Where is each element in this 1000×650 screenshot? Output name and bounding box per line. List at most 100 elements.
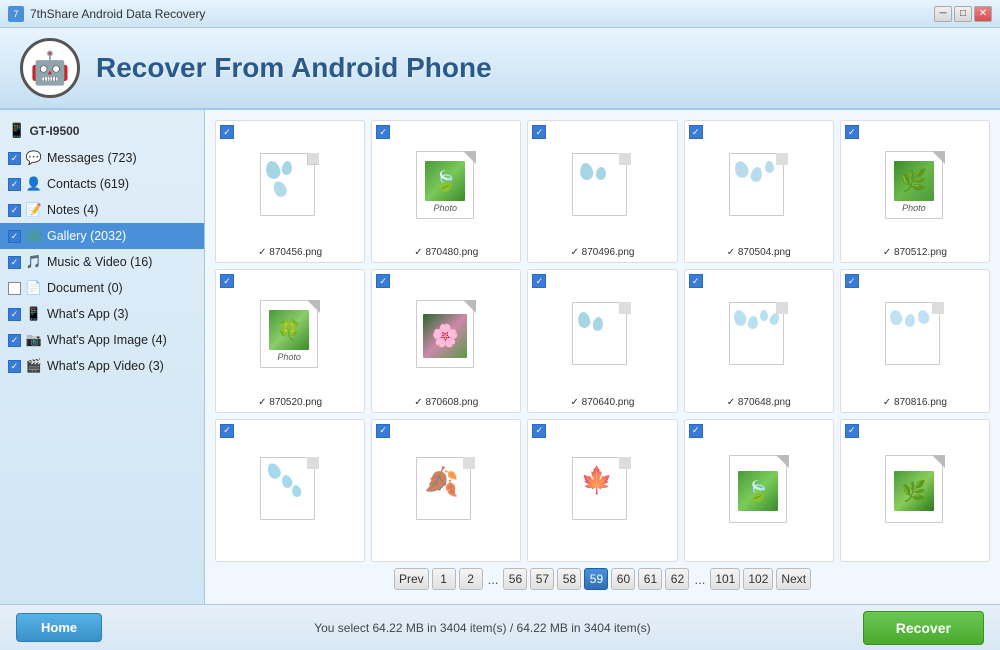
sidebar-item-whatsapp-video[interactable]: ✓ 🎬 What's App Video (3) (0, 353, 204, 379)
device-name: GT-I9500 (29, 124, 79, 138)
messages-checkbox[interactable]: ✓ (8, 152, 21, 165)
whatsapp-video-label: What's App Video (3) (47, 359, 164, 373)
contacts-checkbox[interactable]: ✓ (8, 178, 21, 191)
whatsapp-checkbox[interactable]: ✓ (8, 308, 21, 321)
page-button-1[interactable]: 1 (432, 568, 456, 590)
grid-item[interactable]: ✓ ✓ 870456.png (215, 120, 365, 263)
sidebar-item-notes[interactable]: ✓ 📝 Notes (4) (0, 197, 204, 223)
app-logo: 🤖 (20, 38, 80, 98)
grid-item[interactable]: ✓ 🍃 Photo ✓ 870480.png (371, 120, 521, 263)
titlebar: 7 7thShare Android Data Recovery ─ □ ✕ (0, 0, 1000, 28)
filename: ✓ 870512.png (845, 247, 985, 258)
grid-item[interactable]: ✓ 🌿 (840, 419, 990, 562)
whatsapp-image-label: What's App Image (4) (47, 333, 167, 347)
filename: ✓ 870520.png (220, 397, 360, 408)
whatsapp-image-checkbox[interactable]: ✓ (8, 334, 21, 347)
minimize-button[interactable]: ─ (934, 6, 952, 22)
grid-item[interactable]: ✓ 🍁 (527, 419, 677, 562)
device-icon: 📱 (8, 122, 25, 139)
sidebar-item-gallery[interactable]: ✓ 🖼 Gallery (2032) (0, 223, 204, 249)
grid-item[interactable]: ✓ ✓ 870816.png (840, 269, 990, 412)
whatsapp-label: What's App (3) (47, 307, 129, 321)
sidebar-item-music-video[interactable]: ✓ 🎵 Music & Video (16) (0, 249, 204, 275)
footer: Home You select 64.22 MB in 3404 item(s)… (0, 604, 1000, 650)
sidebar-item-contacts[interactable]: ✓ 👤 Contacts (619) (0, 171, 204, 197)
content-area: ✓ ✓ 870456.png ✓ (205, 110, 1000, 604)
header-title: Recover From Android Phone (96, 52, 492, 84)
page-button-62[interactable]: 62 (665, 568, 689, 590)
page-button-101[interactable]: 101 (710, 568, 740, 590)
filename: ✓ 870496.png (532, 247, 672, 258)
sidebar-item-whatsapp[interactable]: ✓ 📱 What's App (3) (0, 301, 204, 327)
grid-item[interactable]: ✓ 🍂 (371, 419, 521, 562)
document-checkbox[interactable] (8, 282, 21, 295)
document-label: Document (0) (47, 281, 123, 295)
contacts-icon: 👤 (25, 175, 43, 193)
grid-item[interactable]: ✓ 🌿 Photo ✓ 870512.png (840, 120, 990, 263)
music-icon: 🎵 (25, 253, 43, 271)
file-thumbnail (220, 424, 360, 555)
gallery-label: Gallery (2032) (47, 229, 126, 243)
filename: ✓ 870480.png (376, 247, 516, 258)
next-page-button[interactable]: Next (776, 568, 811, 590)
file-thumbnail: 🌿 (845, 424, 985, 555)
grid-item[interactable]: ✓ ✓ 870496.png (527, 120, 677, 263)
titlebar-left: 7 7thShare Android Data Recovery (8, 6, 205, 22)
file-thumbnail (689, 125, 829, 245)
filename: ✓ 870640.png (532, 397, 672, 408)
grid-item[interactable]: ✓ 🍀 Photo ✓ 870520.png (215, 269, 365, 412)
image-grid: ✓ ✓ 870456.png ✓ (215, 120, 990, 562)
whatsapp-video-icon: 🎬 (25, 357, 43, 375)
pagination: Prev 1 2 ... 56 57 58 59 60 61 62 ... 10… (215, 562, 990, 594)
messages-label: Messages (723) (47, 151, 137, 165)
maximize-button[interactable]: □ (954, 6, 972, 22)
app-icon: 7 (8, 6, 24, 22)
recover-button[interactable]: Recover (863, 611, 984, 645)
status-text: You select 64.22 MB in 3404 item(s) / 64… (314, 621, 650, 635)
app-title: 7thShare Android Data Recovery (30, 7, 205, 21)
page-button-61[interactable]: 61 (638, 568, 662, 590)
grid-item[interactable]: ✓ ✓ 870640.png (527, 269, 677, 412)
grid-item[interactable]: ✓ 🌸 ✓ 870608.png (371, 269, 521, 412)
page-dots: ... (486, 572, 501, 587)
filename: ✓ 870648.png (689, 397, 829, 408)
file-thumbnail: 🍀 Photo (220, 274, 360, 394)
page-button-102[interactable]: 102 (743, 568, 773, 590)
grid-item[interactable]: ✓ ✓ 870504.png (684, 120, 834, 263)
notes-icon: 📝 (25, 201, 43, 219)
grid-item[interactable]: ✓ 🍃 (684, 419, 834, 562)
grid-item[interactable]: ✓ ✓ 870648.png (684, 269, 834, 412)
file-thumbnail (689, 274, 829, 394)
whatsapp-image-icon: 📷 (25, 331, 43, 349)
grid-item[interactable]: ✓ (215, 419, 365, 562)
sidebar-item-document[interactable]: 📄 Document (0) (0, 275, 204, 301)
device-label: 📱 GT-I9500 (0, 118, 204, 145)
header: 🤖 Recover From Android Phone (0, 28, 1000, 110)
gallery-icon: 🖼 (25, 227, 43, 245)
file-thumbnail: 🍃 Photo (376, 125, 516, 245)
gallery-checkbox[interactable]: ✓ (8, 230, 21, 243)
close-button[interactable]: ✕ (974, 6, 992, 22)
notes-checkbox[interactable]: ✓ (8, 204, 21, 217)
prev-page-button[interactable]: Prev (394, 568, 429, 590)
file-thumbnail: 🌸 (376, 274, 516, 394)
page-button-60[interactable]: 60 (611, 568, 635, 590)
home-button[interactable]: Home (16, 613, 102, 642)
page-button-59[interactable]: 59 (584, 568, 608, 590)
whatsapp-video-checkbox[interactable]: ✓ (8, 360, 21, 373)
main-area: 📱 GT-I9500 ✓ 💬 Messages (723) ✓ 👤 Contac… (0, 110, 1000, 604)
page-button-56[interactable]: 56 (503, 568, 527, 590)
filename: ✓ 870456.png (220, 247, 360, 258)
file-thumbnail (220, 125, 360, 245)
messages-icon: 💬 (25, 149, 43, 167)
page-button-2[interactable]: 2 (459, 568, 483, 590)
sidebar-item-messages[interactable]: ✓ 💬 Messages (723) (0, 145, 204, 171)
page-button-57[interactable]: 57 (530, 568, 554, 590)
music-checkbox[interactable]: ✓ (8, 256, 21, 269)
filename: ✓ 870816.png (845, 397, 985, 408)
page-button-58[interactable]: 58 (557, 568, 581, 590)
filename: ✓ 870504.png (689, 247, 829, 258)
window-controls: ─ □ ✕ (934, 6, 992, 22)
sidebar-item-whatsapp-image[interactable]: ✓ 📷 What's App Image (4) (0, 327, 204, 353)
contacts-label: Contacts (619) (47, 177, 129, 191)
